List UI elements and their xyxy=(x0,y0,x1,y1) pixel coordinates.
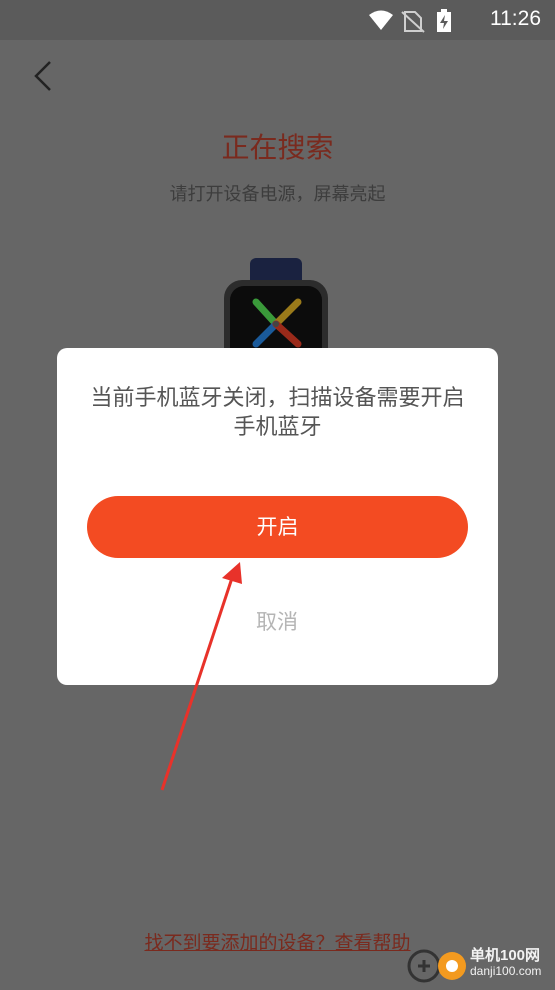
back-button[interactable] xyxy=(28,58,64,94)
dialog-message: 当前手机蓝牙关闭，扫描设备需要开启手机蓝牙 xyxy=(90,386,465,440)
status-time: 11:26 xyxy=(490,7,541,30)
cancel-button[interactable]: 取消 xyxy=(227,606,327,636)
no-sim-icon xyxy=(401,11,425,33)
page-title: 正在搜索 xyxy=(221,131,334,164)
smartwatch-icon xyxy=(222,258,330,370)
status-bar: 11:26 xyxy=(0,0,555,40)
open-bluetooth-button[interactable]: 开启 xyxy=(87,496,468,558)
battery-charging-icon xyxy=(437,9,451,32)
page-subtitle: 请打开设备电源，屏幕亮起 xyxy=(169,184,386,205)
watermark-name: 单机100网 xyxy=(470,947,541,964)
status-icons xyxy=(365,8,475,38)
watermark-url: danji100.com xyxy=(470,964,542,978)
bluetooth-dialog: 当前手机蓝牙关闭，扫描设备需要开启手机蓝牙 开启 取消 xyxy=(57,348,498,685)
back-arrow-icon xyxy=(34,61,51,91)
wifi-icon xyxy=(369,10,393,30)
